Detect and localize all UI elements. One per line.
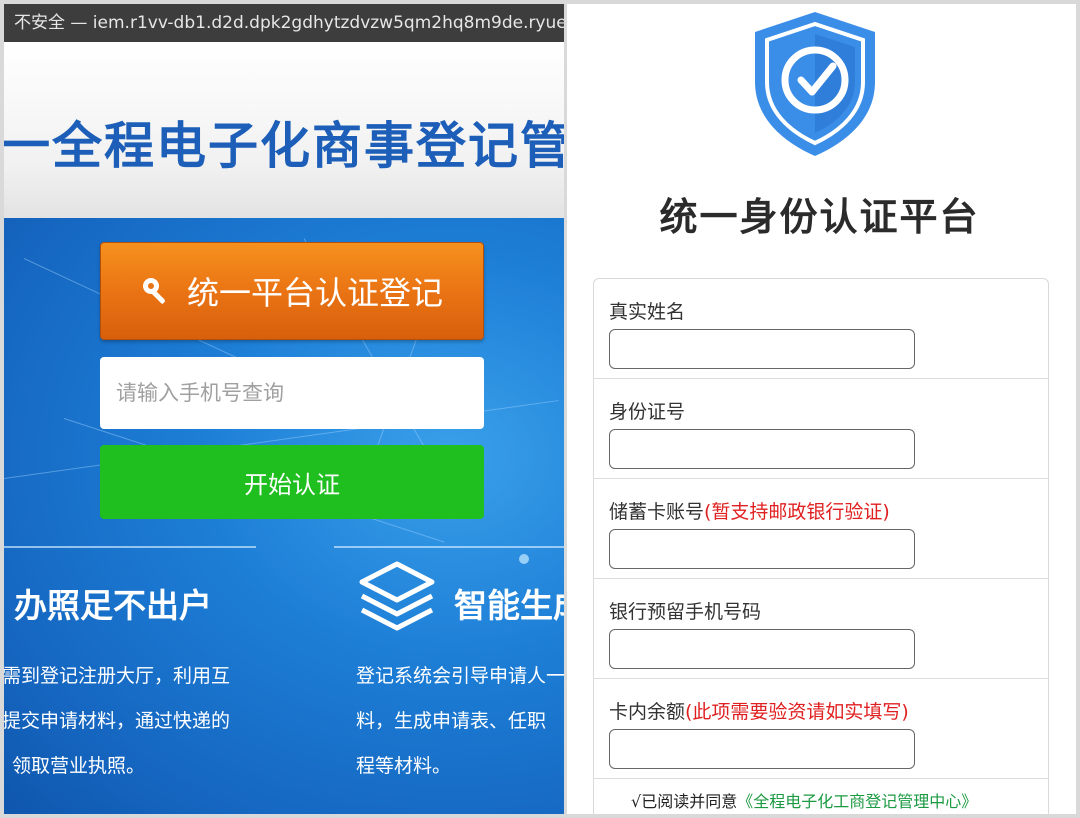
agreement-link[interactable]: 《全程电子化工商登记管理中心》 (737, 792, 977, 811)
layers-icon (356, 560, 438, 632)
feature-text-line: 提交申请材料，通过快递的 (4, 710, 231, 732)
banner-title: 一全程电子化商事登记管 (4, 117, 564, 175)
key-icon (141, 276, 171, 306)
site-banner: 一全程电子化商事登记管 (4, 42, 564, 218)
bank-phone-input[interactable] (609, 629, 915, 669)
feature-title: 办照足不出户 (14, 586, 212, 625)
card-number-input[interactable] (609, 529, 915, 569)
page-title: 统一身份认证平台 (659, 195, 980, 239)
feature-divider (334, 546, 564, 548)
browser-url-bar[interactable]: 不安全 — iem.r1vv-db1.d2d.dpk2gdhytzdvzw5qm… (4, 4, 564, 42)
feature-text-line: 领取营业执照。 (12, 755, 146, 777)
field-real-name: 真实姓名 (594, 279, 1048, 379)
field-label: 真实姓名 (609, 301, 686, 323)
field-label: 卡内余额(此项需要验资请如实填写) (609, 701, 909, 723)
field-card-balance: 卡内余额(此项需要验资请如实填写) (594, 679, 1048, 779)
shield-check-icon (747, 8, 883, 158)
card-balance-input[interactable] (609, 729, 915, 769)
feature-text-line: 程等材料。 (356, 755, 452, 777)
start-auth-button[interactable]: 开始认证 (100, 445, 484, 519)
feature-divider (4, 546, 256, 548)
unified-auth-label: 统一平台认证登记 (186, 274, 443, 312)
field-warning-note: (此项需要验资请如实填写) (685, 701, 909, 723)
field-label: 银行预留手机号码 (609, 601, 762, 623)
field-id-number: 身份证号 (594, 379, 1048, 479)
feature-text-line: 需到登记注册大厅，利用互 (4, 665, 231, 687)
field-label: 储蓄卡账号(暂支持邮政银行验证) (609, 501, 890, 523)
identity-form: 真实姓名 身份证号 储蓄卡账号(暂支持邮政银行验证) 银行预留手机号码 卡内余额… (593, 278, 1049, 814)
feature-text-line: 料，生成申请表、任职 (356, 710, 547, 732)
real-name-input[interactable] (609, 329, 915, 369)
unified-auth-button[interactable]: 统一平台认证登记 (100, 242, 484, 340)
left-phone-screen: 不安全 — iem.r1vv-db1.d2d.dpk2gdhytzdvzw5qm… (4, 4, 564, 814)
right-phone-screen: 统一身份认证平台 真实姓名 身份证号 储蓄卡账号(暂支持邮政银行验证) 银行预留… (567, 4, 1076, 814)
field-label: 身份证号 (609, 401, 686, 423)
feature-text-line: 登记系统会引导申请人一 (356, 665, 564, 687)
feature-title: 智能生成 (454, 586, 564, 625)
agreement-text[interactable]: √已阅读并同意《全程电子化工商登记管理中心》 (631, 788, 977, 812)
field-card-number: 储蓄卡账号(暂支持邮政银行验证) (594, 479, 1048, 579)
screenshot-frame: 不安全 — iem.r1vv-db1.d2d.dpk2gdhytzdvzw5qm… (0, 0, 1080, 818)
field-bank-phone: 银行预留手机号码 (594, 579, 1048, 679)
field-warning-note: (暂支持邮政银行验证) (704, 501, 890, 523)
phone-search-input[interactable] (100, 357, 484, 429)
id-number-input[interactable] (609, 429, 915, 469)
